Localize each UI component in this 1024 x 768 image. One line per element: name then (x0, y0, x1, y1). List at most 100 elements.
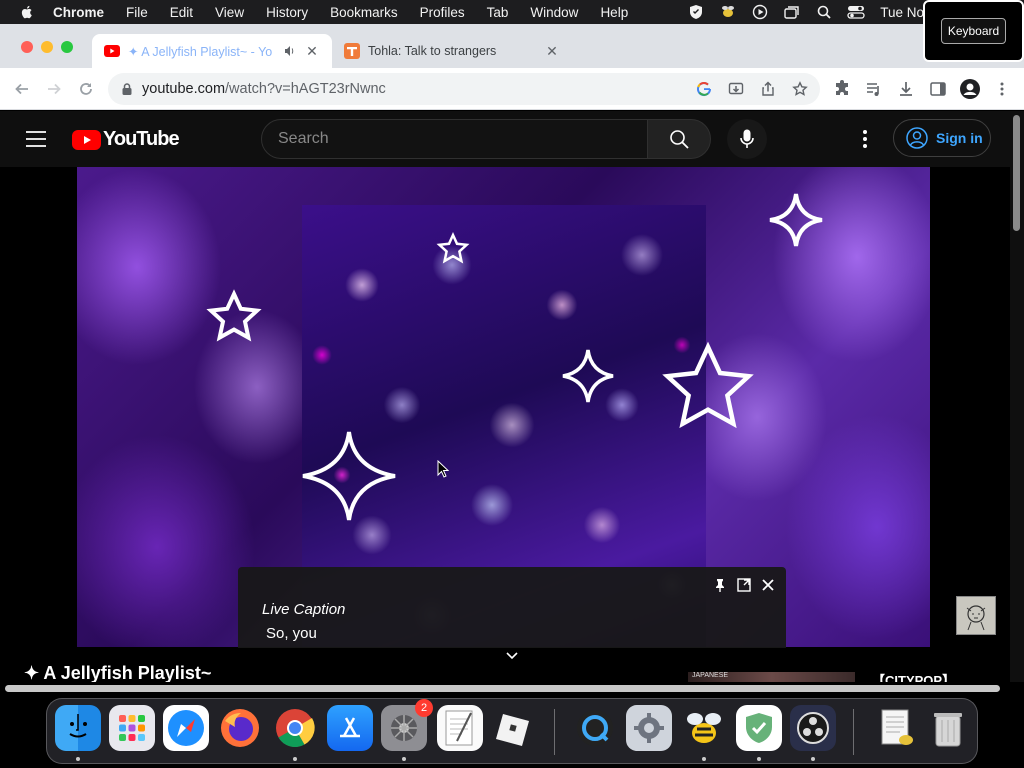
dock-app-store[interactable] (327, 705, 373, 751)
dock-launchpad[interactable] (109, 705, 155, 751)
profile-avatar-icon[interactable] (960, 79, 980, 99)
bee-icon (687, 713, 721, 743)
chrome-icon (276, 709, 315, 748)
menu-view[interactable]: View (215, 5, 244, 20)
running-indicator (293, 757, 297, 761)
youtube-logo[interactable]: YouTube (72, 128, 180, 151)
roblox-icon (496, 714, 529, 746)
sparkle-outline-icon (769, 193, 823, 247)
search-field[interactable] (261, 119, 648, 159)
control-center-icon[interactable] (847, 4, 865, 20)
gear-icon (391, 715, 417, 741)
reload-button[interactable] (76, 79, 96, 99)
sparkle-outline-icon (302, 431, 396, 521)
dock-finder[interactable] (55, 705, 101, 751)
sketch-portrait-icon (966, 604, 986, 630)
side-panel-icon[interactable] (928, 79, 948, 99)
audio-playing-icon[interactable] (284, 45, 298, 57)
dock-obs[interactable] (790, 705, 836, 751)
dock-separator (853, 709, 854, 755)
video-title: ✦ A Jellyfish Playlist~ (24, 663, 212, 683)
menu-window[interactable]: Window (530, 5, 578, 20)
scrollbar-thumb[interactable] (1013, 115, 1020, 231)
search-icon[interactable] (815, 4, 833, 20)
related-video-title[interactable]: 【CITYPOP】 (872, 670, 955, 682)
menu-tab[interactable]: Tab (487, 5, 509, 20)
star-outline-icon (436, 231, 470, 264)
close-icon[interactable] (760, 577, 776, 593)
lock-icon[interactable] (120, 82, 134, 96)
play-circle-icon[interactable] (751, 4, 769, 20)
menu-history[interactable]: History (266, 5, 308, 20)
bookmark-star-icon[interactable] (792, 81, 808, 97)
related-video-thumbnail[interactable]: JAPANESE (688, 672, 855, 682)
vertical-scrollbar[interactable] (1010, 111, 1024, 686)
dock-preview[interactable] (874, 705, 920, 751)
media-controls-icon[interactable] (864, 79, 884, 99)
horizontal-scrollbar[interactable] (0, 682, 1024, 696)
screens-icon[interactable] (783, 4, 801, 20)
hamburger-menu-icon[interactable] (26, 131, 46, 147)
dock-chrome[interactable] (272, 705, 318, 751)
finder-icon (69, 714, 87, 738)
extensions-puzzle-icon[interactable] (832, 79, 852, 99)
settings-more-button[interactable] (855, 129, 875, 149)
channel-thumbnail[interactable] (956, 596, 996, 635)
window-close-button[interactable] (21, 41, 33, 53)
dock-firefox[interactable] (217, 705, 263, 751)
tohla-favicon-icon (344, 43, 360, 59)
menu-help[interactable]: Help (600, 5, 628, 20)
dock-system-preferences[interactable]: 2 (381, 699, 433, 751)
macos-menu-bar: Chrome File Edit View History Bookmarks … (0, 0, 1024, 24)
downloads-icon[interactable] (896, 79, 916, 99)
dock-roblox[interactable] (490, 705, 536, 751)
dock-settings[interactable] (626, 705, 672, 751)
forward-button[interactable] (44, 79, 64, 99)
voice-search-button[interactable] (727, 119, 767, 159)
menu-bookmarks[interactable]: Bookmarks (330, 5, 398, 20)
tab-close-button[interactable]: ✕ (304, 43, 320, 60)
google-lens-icon[interactable] (696, 81, 712, 97)
menu-edit[interactable]: Edit (170, 5, 193, 20)
sign-in-label: Sign in (936, 130, 983, 146)
tab-youtube[interactable]: ✦ A Jellyfish Playlist~ - Yo ✕ (92, 34, 332, 68)
menu-clock[interactable]: Tue No (880, 5, 924, 20)
install-app-icon[interactable] (728, 81, 744, 97)
back-button[interactable] (12, 79, 32, 99)
chrome-menu-icon[interactable] (992, 79, 1012, 99)
chevron-down-icon[interactable] (505, 651, 519, 661)
tab-tohla[interactable]: Tohla: Talk to strangers ✕ (332, 34, 572, 68)
menu-app-name[interactable]: Chrome (53, 5, 104, 20)
search-icon (670, 130, 689, 149)
pin-icon[interactable] (712, 577, 728, 593)
menu-profiles[interactable]: Profiles (420, 5, 465, 20)
live-caption-text: So, you (266, 625, 317, 642)
tab-close-button[interactable]: ✕ (544, 43, 560, 60)
search-button[interactable] (647, 119, 711, 159)
trash-icon (934, 713, 962, 747)
shield-icon[interactable] (687, 4, 705, 20)
window-minimize-button[interactable] (41, 41, 53, 53)
expand-icon[interactable] (736, 577, 752, 593)
window-zoom-button[interactable] (61, 41, 73, 53)
dock-safari[interactable] (163, 705, 209, 751)
youtube-wordmark: YouTube (103, 128, 180, 150)
menu-file[interactable]: File (126, 5, 148, 20)
share-icon[interactable] (760, 81, 776, 97)
scrollbar-thumb[interactable] (5, 685, 1000, 692)
obs-icon (797, 712, 829, 744)
dock-textedit[interactable] (437, 705, 483, 751)
dock-trash[interactable] (925, 705, 971, 751)
running-indicator (402, 757, 406, 761)
app-store-icon (340, 717, 360, 738)
address-bar[interactable]: youtube.com/watch?v=hAGT23rNwnc (108, 73, 820, 105)
search-input[interactable] (262, 120, 647, 158)
apple-icon[interactable] (19, 4, 35, 20)
dock-adguard[interactable] (736, 705, 782, 751)
bee-icon[interactable] (719, 4, 737, 20)
dock-quicktime[interactable] (572, 705, 618, 751)
keyboard-key-label: Keyboard (940, 18, 1007, 44)
dock-bee-app[interactable] (681, 705, 727, 751)
sign-in-button[interactable]: Sign in (893, 119, 991, 157)
mouse-cursor-icon (437, 460, 449, 478)
